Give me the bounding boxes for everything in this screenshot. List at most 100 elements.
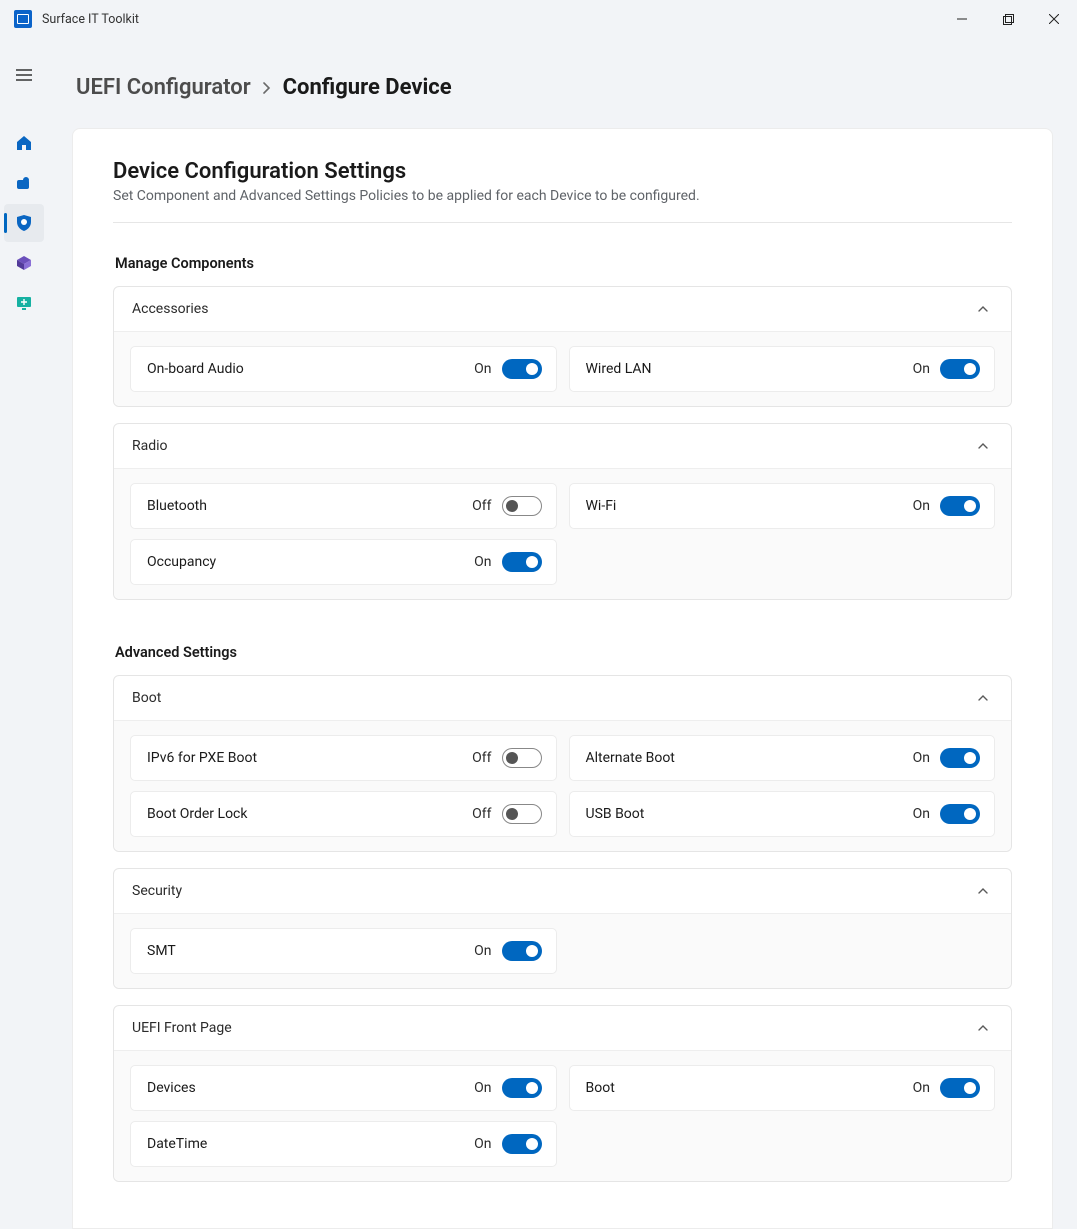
toggle-switch[interactable]	[502, 1134, 542, 1154]
toggle-switch[interactable]	[502, 552, 542, 572]
toggle-switch[interactable]	[940, 1078, 980, 1098]
panel-header-uefi-front-page[interactable]: UEFI Front Page	[114, 1006, 1011, 1051]
panel-header-security[interactable]: Security	[114, 869, 1011, 914]
panel-uefi-front-page: UEFI Front Page Devices On Boot	[113, 1005, 1012, 1182]
chevron-up-icon	[977, 440, 989, 452]
sidebar	[0, 38, 48, 1229]
toggle-state-text: Off	[472, 498, 491, 514]
toggle-boot-order-lock: Boot Order Lock Off	[130, 791, 557, 837]
chevron-up-icon	[977, 1022, 989, 1034]
toggle-datetime: DateTime On	[130, 1121, 557, 1167]
toggle-label: USB Boot	[586, 806, 645, 822]
minimize-button[interactable]	[939, 3, 985, 35]
section-label-advanced: Advanced Settings	[115, 644, 1012, 661]
toggle-label: Boot	[586, 1080, 615, 1096]
panel-security: Security SMT On	[113, 868, 1012, 989]
window-controls	[939, 3, 1077, 35]
toggle-switch[interactable]	[940, 496, 980, 516]
panel-title: Radio	[132, 438, 168, 454]
toggle-switch[interactable]	[502, 748, 542, 768]
toggle-boot-frontpage: Boot On	[569, 1065, 996, 1111]
data-eraser-icon	[15, 174, 33, 192]
panel-boot: Boot IPv6 for PXE Boot Off Alternat	[113, 675, 1012, 852]
toggle-state-text: On	[474, 1136, 491, 1152]
package-icon	[15, 254, 33, 272]
panel-header-radio[interactable]: Radio	[114, 424, 1011, 469]
breadcrumb-current: Configure Device	[283, 75, 452, 100]
toggle-switch[interactable]	[502, 941, 542, 961]
toggle-onboard-audio: On-board Audio On	[130, 346, 557, 392]
sidebar-item-eraser[interactable]	[4, 164, 44, 202]
toggle-switch[interactable]	[502, 1078, 542, 1098]
sidebar-item-recovery[interactable]	[4, 284, 44, 322]
toggle-alternate-boot: Alternate Boot On	[569, 735, 996, 781]
toggle-state-text: On	[913, 750, 930, 766]
nav-menu-button[interactable]	[4, 56, 44, 94]
divider	[113, 222, 1012, 223]
app-title: Surface IT Toolkit	[42, 12, 139, 27]
panel-title: Accessories	[132, 301, 208, 317]
toggle-label: DateTime	[147, 1136, 207, 1152]
chevron-up-icon	[977, 692, 989, 704]
chevron-up-icon	[977, 303, 989, 315]
toggle-switch[interactable]	[502, 359, 542, 379]
toggle-state-text: Off	[472, 806, 491, 822]
toggle-state-text: On	[913, 1080, 930, 1096]
sidebar-item-uefi-configurator[interactable]	[4, 204, 44, 242]
toggle-label: SMT	[147, 943, 176, 959]
chevron-right-icon	[261, 82, 273, 94]
shield-icon	[15, 214, 33, 232]
toggle-switch[interactable]	[502, 804, 542, 824]
toggle-switch[interactable]	[940, 804, 980, 824]
panel-radio: Radio Bluetooth Off Wi-Fi	[113, 423, 1012, 600]
panel-header-accessories[interactable]: Accessories	[114, 287, 1011, 332]
hamburger-icon	[15, 66, 33, 84]
panel-accessories: Accessories On-board Audio On Wired	[113, 286, 1012, 407]
recovery-icon	[15, 294, 33, 312]
panel-title: Security	[132, 883, 182, 899]
sidebar-item-app-packager[interactable]	[4, 244, 44, 282]
maximize-button[interactable]	[985, 3, 1031, 35]
toggle-switch[interactable]	[502, 496, 542, 516]
chevron-up-icon	[977, 885, 989, 897]
breadcrumb: UEFI Configurator Configure Device	[72, 38, 1053, 128]
toggle-smt: SMT On	[130, 928, 557, 974]
page-subtitle: Set Component and Advanced Settings Poli…	[113, 188, 1012, 204]
toggle-switch[interactable]	[940, 359, 980, 379]
toggle-state-text: On	[913, 806, 930, 822]
toggle-wired-lan: Wired LAN On	[569, 346, 996, 392]
toggle-switch[interactable]	[940, 748, 980, 768]
breadcrumb-root[interactable]: UEFI Configurator	[76, 75, 251, 100]
toggle-state-text: On	[474, 943, 491, 959]
toggle-state-text: On	[474, 554, 491, 570]
toggle-devices: Devices On	[130, 1065, 557, 1111]
toggle-ipv6-pxe: IPv6 for PXE Boot Off	[130, 735, 557, 781]
toggle-usb-boot: USB Boot On	[569, 791, 996, 837]
titlebar: Surface IT Toolkit	[0, 0, 1077, 38]
toggle-label: Occupancy	[147, 554, 216, 570]
toggle-state-text: On	[474, 1080, 491, 1096]
content-card: Device Configuration Settings Set Compon…	[72, 128, 1053, 1229]
toggle-occupancy: Occupancy On	[130, 539, 557, 585]
panel-title: Boot	[132, 690, 161, 706]
app-icon	[14, 10, 32, 28]
panel-title: UEFI Front Page	[132, 1020, 232, 1036]
sidebar-item-home[interactable]	[4, 124, 44, 162]
toggle-label: Alternate Boot	[586, 750, 675, 766]
page-title: Device Configuration Settings	[113, 159, 1012, 184]
toggle-state-text: On	[474, 361, 491, 377]
toggle-label: Bluetooth	[147, 498, 207, 514]
toggle-label: Wi-Fi	[586, 498, 617, 514]
close-button[interactable]	[1031, 3, 1077, 35]
section-label-components: Manage Components	[115, 255, 1012, 272]
toggle-state-text: On	[913, 498, 930, 514]
panel-header-boot[interactable]: Boot	[114, 676, 1011, 721]
toggle-label: On-board Audio	[147, 361, 244, 377]
toggle-state-text: Off	[472, 750, 491, 766]
home-icon	[15, 134, 33, 152]
toggle-label: Devices	[147, 1080, 196, 1096]
toggle-label: IPv6 for PXE Boot	[147, 750, 257, 766]
toggle-wifi: Wi-Fi On	[569, 483, 996, 529]
toggle-label: Wired LAN	[586, 361, 652, 377]
toggle-state-text: On	[913, 361, 930, 377]
